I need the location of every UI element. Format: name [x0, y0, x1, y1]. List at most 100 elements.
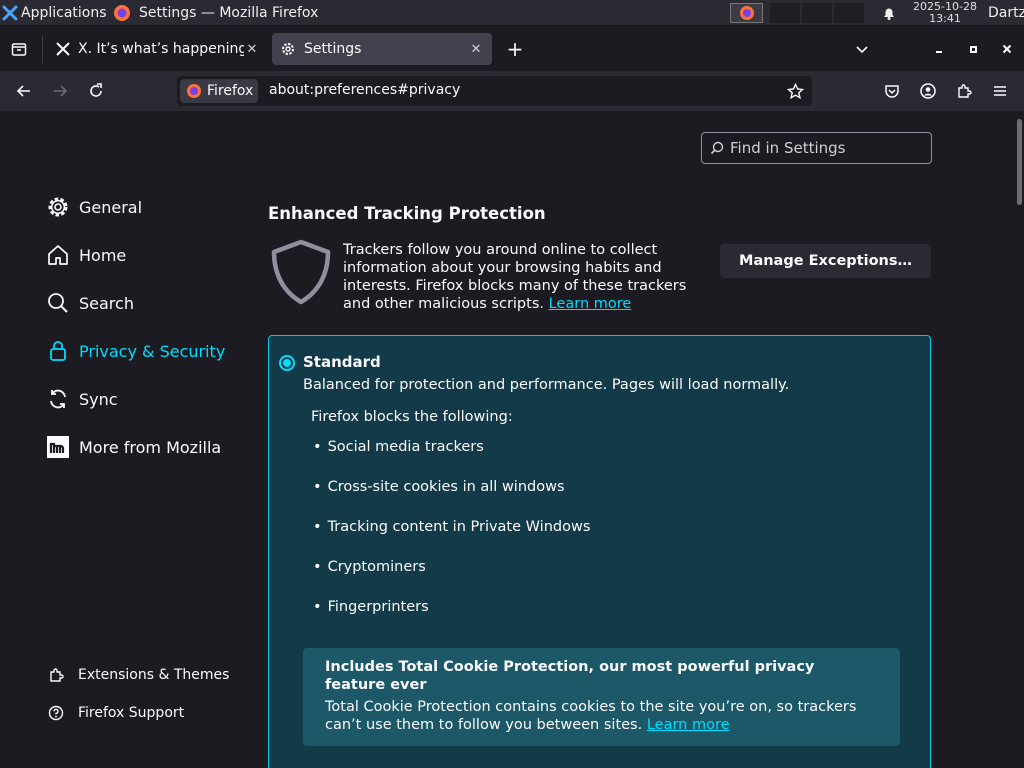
- identity-box[interactable]: Firefox: [180, 79, 258, 103]
- taskbar-window-title: Settings — Mozilla Firefox: [139, 5, 319, 21]
- sidebar-item-privacy[interactable]: Privacy & Security: [46, 336, 225, 366]
- close-icon: [1002, 44, 1012, 54]
- hamburger-menu-icon: [994, 86, 1006, 96]
- manage-exceptions-button[interactable]: Manage Exceptions…: [720, 244, 931, 278]
- identity-label: Firefox: [207, 83, 254, 99]
- sync-icon: [46, 387, 70, 411]
- tab-x[interactable]: X. It’s what’s happening / X ✕: [48, 33, 268, 65]
- tab-bar: X. It’s what’s happening / X ✕ Settings …: [0, 27, 1024, 71]
- sidebar-item-label: Sync: [79, 389, 118, 409]
- sidebar-item-label: Privacy & Security: [79, 341, 226, 361]
- puzzle-icon: [958, 84, 972, 98]
- clock[interactable]: 2025-10-28 13:41: [905, 1, 985, 25]
- workspace-3[interactable]: [802, 3, 832, 23]
- tab-separator: [42, 35, 43, 63]
- account-button[interactable]: [916, 79, 940, 103]
- home-icon: [46, 243, 70, 267]
- firefox-support-label: Firefox Support: [78, 705, 185, 721]
- applications-menu[interactable]: Applications: [2, 0, 109, 26]
- standard-description: Balanced for protection and performance.…: [303, 377, 790, 393]
- account-icon: [920, 83, 936, 99]
- list-all-tabs-button[interactable]: [850, 37, 874, 61]
- firefox-icon: [187, 84, 201, 98]
- etp-description-text: Trackers follow you around online to col…: [343, 242, 687, 312]
- firefox-support-link[interactable]: Firefox Support: [48, 702, 184, 724]
- plus-icon: +: [506, 37, 524, 61]
- url-bar[interactable]: Firefox about:preferences#privacy: [177, 76, 812, 106]
- minimize-icon: [936, 51, 942, 53]
- list-item: Social media trackers: [313, 439, 484, 455]
- total-cookie-protection-banner: Includes Total Cookie Protection, our mo…: [303, 648, 900, 746]
- minimize-button[interactable]: [927, 37, 951, 61]
- sidebar-item-label: Home: [79, 245, 127, 265]
- tab-settings[interactable]: Settings ✕: [272, 33, 492, 65]
- sidebar-item-more-from-mozilla[interactable]: More from Mozilla: [46, 432, 221, 462]
- firefox-view-button[interactable]: [7, 37, 31, 61]
- mozilla-icon: [46, 435, 70, 459]
- user-menu[interactable]: Dartz: [988, 0, 1024, 26]
- pocket-icon: [885, 85, 899, 98]
- sidebar-item-label: General: [79, 197, 143, 217]
- reload-button[interactable]: [84, 79, 108, 103]
- section-title: Enhanced Tracking Protection: [268, 204, 546, 223]
- taskbar-window-firefox[interactable]: Settings — Mozilla Firefox: [113, 0, 319, 26]
- list-item: Cryptominers: [313, 559, 426, 575]
- new-tab-button[interactable]: +: [503, 37, 527, 61]
- bell-icon: [884, 8, 894, 20]
- back-button[interactable]: [12, 79, 36, 103]
- blocks-title: Firefox blocks the following:: [311, 409, 513, 425]
- user-name: Dartz: [988, 5, 1024, 21]
- chevron-down-icon: [856, 46, 868, 54]
- help-icon: [48, 705, 64, 721]
- close-icon[interactable]: ✕: [468, 42, 484, 57]
- url-text[interactable]: about:preferences#privacy: [269, 82, 460, 98]
- list-item: Cross-site cookies in all windows: [313, 479, 565, 495]
- notifications-button[interactable]: [881, 0, 897, 26]
- firefox-view-icon: [11, 43, 27, 56]
- scrollbar-thumb[interactable]: [1017, 119, 1022, 205]
- maximize-button[interactable]: [961, 37, 985, 61]
- gear-icon: [46, 195, 70, 219]
- lock-icon: [46, 339, 70, 363]
- etp-learn-more-link[interactable]: Learn more: [549, 296, 632, 312]
- forward-button[interactable]: [48, 79, 72, 103]
- extensions-themes-link[interactable]: Extensions & Themes: [48, 664, 229, 686]
- app-menu-button[interactable]: [988, 79, 1012, 103]
- list-item: Tracking content in Private Windows: [313, 519, 591, 535]
- shield-icon: [271, 239, 331, 305]
- star-icon: [786, 82, 804, 99]
- sidebar-item-search[interactable]: Search: [46, 288, 134, 318]
- standard-radio[interactable]: [279, 355, 295, 371]
- preferences-page: Find in Settings General Home Search Pri…: [0, 111, 1024, 768]
- tcp-description: Total Cookie Protection contains cookies…: [325, 698, 878, 734]
- sidebar-item-label: More from Mozilla: [79, 437, 222, 457]
- close-window-button[interactable]: [995, 37, 1019, 61]
- sidebar-item-sync[interactable]: Sync: [46, 384, 118, 414]
- search-icon: [710, 141, 724, 155]
- applications-label: Applications: [21, 5, 107, 21]
- back-arrow-icon: [16, 85, 30, 97]
- tcp-learn-more-link[interactable]: Learn more: [647, 717, 730, 733]
- standard-protection-option[interactable]: Standard Balanced for protection and per…: [268, 335, 931, 768]
- find-in-settings-input[interactable]: Find in Settings: [701, 132, 932, 164]
- apps-logo-icon: [2, 5, 18, 21]
- taskbar-firefox-launcher[interactable]: [730, 3, 763, 23]
- close-icon[interactable]: ✕: [244, 42, 260, 57]
- workspace-4[interactable]: [834, 3, 864, 23]
- reload-icon: [90, 83, 102, 97]
- extensions-button[interactable]: [952, 79, 976, 103]
- pocket-button[interactable]: [880, 79, 904, 103]
- search-placeholder: Find in Settings: [730, 139, 846, 157]
- maximize-icon: [970, 46, 977, 53]
- tab-title: X. It’s what’s happening / X: [78, 41, 244, 57]
- standard-title: Standard: [303, 353, 381, 371]
- gear-icon: [282, 43, 294, 55]
- sidebar-item-general[interactable]: General: [46, 192, 142, 222]
- sidebar-item-home[interactable]: Home: [46, 240, 126, 270]
- bookmark-star-button[interactable]: [783, 79, 807, 103]
- list-item: Fingerprinters: [313, 599, 429, 615]
- workspace-2[interactable]: [770, 3, 800, 23]
- clock-time: 13:41: [929, 12, 961, 25]
- puzzle-icon: [50, 668, 64, 682]
- tcp-title: Includes Total Cookie Protection, our mo…: [325, 659, 815, 693]
